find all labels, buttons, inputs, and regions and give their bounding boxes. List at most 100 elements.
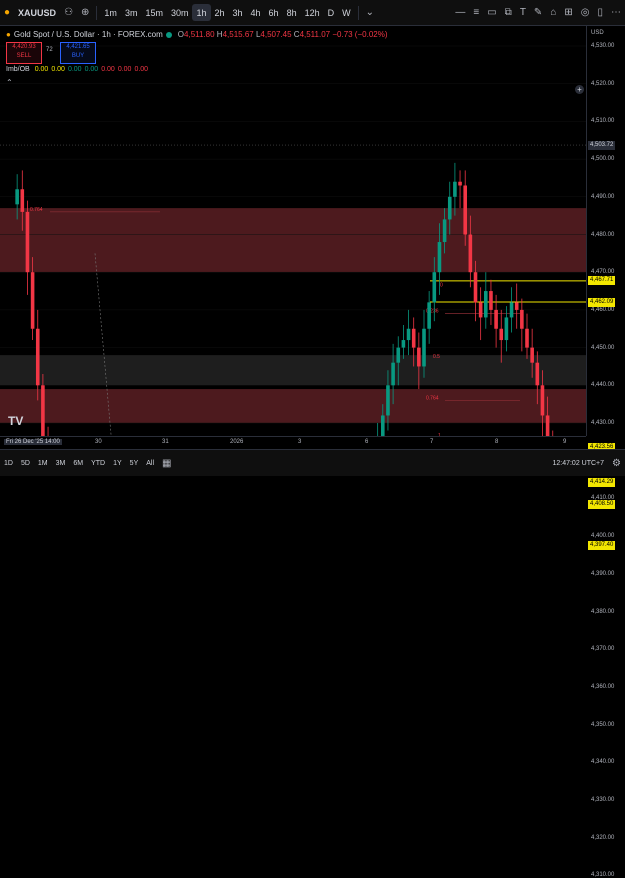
price-tick: 4,500.00 — [591, 156, 615, 163]
price-tick: 4,490.00 — [591, 193, 615, 200]
candle-body — [432, 272, 437, 303]
candle-body — [406, 328, 411, 341]
fib-label: 0.5 — [433, 354, 440, 360]
candle-body — [386, 385, 390, 416]
price-label: 4,503.72 — [588, 140, 616, 150]
interval-6h[interactable]: 6h — [265, 0, 283, 25]
time-label: 30 — [95, 439, 102, 445]
fib-label: 0.764 — [426, 395, 439, 401]
crop-icon[interactable]: ⧉ — [501, 7, 516, 18]
candle-body — [525, 328, 529, 348]
measure-icon[interactable]: ⊞ — [560, 7, 576, 18]
settings-icon[interactable]: ⚙ — [608, 458, 625, 469]
symbol-icon[interactable]: ● — [0, 7, 14, 18]
candle-body — [401, 340, 406, 348]
range-3M[interactable]: 3M — [52, 460, 70, 467]
price-label: 4,462.09 — [588, 297, 616, 307]
interval-1m[interactable]: 1m — [100, 0, 121, 25]
interval-3m[interactable]: 3m — [121, 0, 142, 25]
price-tick: 4,350.00 — [591, 721, 615, 728]
candle-body — [540, 385, 545, 416]
candlestick-chart[interactable]: 0.76400.2360.50.76410.51.6180.2362.6183.… — [0, 26, 586, 436]
more-icon[interactable]: ⋯ — [607, 7, 625, 18]
supply-zone — [0, 389, 586, 423]
candle-body — [504, 317, 509, 341]
indicator-value: 0.00 — [34, 66, 49, 73]
candle-body — [15, 189, 19, 205]
range-1Y[interactable]: 1Y — [109, 460, 126, 467]
range-YTD[interactable]: YTD — [87, 460, 109, 467]
lock-icon[interactable]: ⌂ — [546, 7, 560, 18]
sell-label: SELL — [16, 53, 32, 59]
range-1D[interactable]: 1D — [0, 460, 17, 467]
candle-body — [41, 385, 45, 436]
interval-4h[interactable]: 4h — [247, 0, 265, 25]
interval-W[interactable]: W — [338, 0, 355, 25]
price-label: 4,467.71 — [588, 276, 616, 286]
candle-body — [520, 309, 524, 329]
indicator-value: 0.00 — [101, 66, 115, 73]
add-symbol-icon[interactable]: ⊕ — [77, 7, 93, 18]
lines-icon[interactable]: ≡ — [469, 7, 483, 18]
interval-1h[interactable]: 1h — [192, 4, 211, 21]
range-list: 1D 5D 1M 3M 6M YTD 1Y 5Y All — [0, 460, 158, 467]
symbol-search[interactable]: XAUUSD — [14, 0, 60, 25]
interval-15m[interactable]: 15m — [141, 0, 167, 25]
price-label: 4,408.50 — [588, 499, 616, 509]
trash-icon[interactable]: ▯ — [593, 7, 607, 18]
range-All[interactable]: All — [142, 460, 158, 467]
time-label: 3 — [298, 439, 302, 445]
currency-label[interactable]: USD — [591, 30, 604, 36]
chevron-down-icon[interactable]: ⌄ — [362, 7, 378, 18]
rect-icon[interactable]: ▭ — [483, 7, 500, 18]
candle-body — [458, 181, 462, 186]
fib-label: 0.764 — [30, 207, 43, 213]
candle-body — [499, 328, 504, 341]
price-tick: 4,450.00 — [591, 344, 615, 351]
sell-button[interactable]: 4,420.93 SELL — [6, 42, 42, 64]
fib-label: 0 — [440, 282, 443, 288]
tradingview-logo-icon: TV — [8, 414, 24, 428]
chart-area[interactable]: 0.76400.2360.50.76410.51.6180.2362.6183.… — [0, 26, 586, 436]
time-label: 7 — [430, 439, 434, 445]
interval-3h[interactable]: 3h — [229, 0, 247, 25]
range-5Y[interactable]: 5Y — [126, 460, 143, 467]
price-tick: 4,440.00 — [591, 382, 615, 389]
price-label: 4,414.29 — [588, 477, 616, 487]
time-label: 8 — [495, 439, 499, 445]
interval-8h[interactable]: 8h — [283, 0, 301, 25]
collapse-chevron-icon[interactable]: ⌃ — [6, 78, 13, 87]
line-tool-icon[interactable]: — — [451, 7, 469, 18]
interval-2h[interactable]: 2h — [211, 0, 229, 25]
compare-icon[interactable]: ⚇ — [60, 7, 77, 18]
price-axis[interactable]: USD 4,530.00 4,520.00 4,510.00 4,500.00 4,49… — [586, 26, 625, 878]
candle-body — [20, 189, 25, 212]
price-tick: 4,470.00 — [591, 269, 615, 276]
price-tick: 4,360.00 — [591, 683, 615, 690]
range-6M[interactable]: 6M — [69, 460, 87, 467]
ohlc-o-value: 4,511.80 — [184, 30, 215, 39]
top-toolbar: ● XAUUSD ⚇ ⊕ 1m 3m 15m 30m 1h 2h 3h 4h 6h 8h 12h D W… — [0, 0, 625, 26]
chart-title-row: ● Gold Spot / U.S. Dollar · 1h · FOREX.c… — [6, 30, 388, 39]
range-5D[interactable]: 5D — [17, 460, 34, 467]
chart-title: Gold Spot / U.S. Dollar · 1h · FOREX.com — [13, 30, 163, 39]
interval-30m[interactable]: 30m — [167, 0, 193, 25]
buy-button[interactable]: 4,421.65 BUY — [60, 42, 96, 64]
range-1M[interactable]: 1M — [34, 460, 52, 467]
candle-body — [437, 242, 442, 273]
ohlc-h-value: 4,515.67 — [222, 30, 254, 39]
interval-D[interactable]: D — [324, 0, 339, 25]
candle-body — [545, 415, 550, 436]
calendar-icon[interactable]: ▦ — [158, 458, 175, 469]
price-tick: 4,340.00 — [591, 759, 615, 766]
pen-icon[interactable]: ✎ — [530, 7, 546, 18]
candle-body — [484, 291, 488, 318]
indicator-legend[interactable]: Imb/OB 0.00 0.00 0.00 0.00 0.00 0.00 0.00 — [6, 66, 148, 73]
clock[interactable]: 12:47:02 UTC+7 — [548, 460, 608, 467]
interval-12h[interactable]: 12h — [301, 0, 324, 25]
eye-icon[interactable]: ◎ — [577, 7, 594, 18]
time-axis[interactable]: Fri 26 Dec '25 14:00 30 31 2026 3 6 7 8 9 — [0, 436, 586, 449]
candle-body — [473, 272, 478, 303]
text-icon[interactable]: T — [516, 7, 530, 18]
add-alert-icon[interactable]: + — [575, 85, 584, 94]
